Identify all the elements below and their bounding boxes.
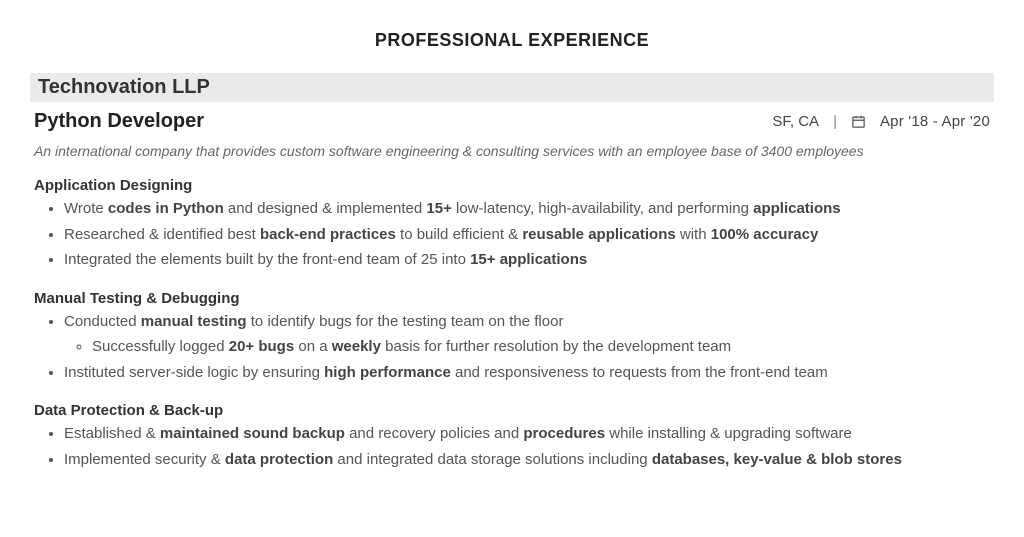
company-summary: An international company that provides c… <box>30 143 994 159</box>
list-item: Successfully logged 20+ bugs on a weekly… <box>92 336 994 359</box>
role-title: Python Developer <box>34 110 204 133</box>
list-item: Implemented security & data protection a… <box>64 449 994 472</box>
list-item: Instituted server-side logic by ensuring… <box>64 362 994 385</box>
bullet-list: Established & maintained sound backup an… <box>30 423 994 471</box>
subheading-application-designing: Application Designing <box>30 177 994 194</box>
list-item: Wrote codes in Python and designed & imp… <box>64 198 994 221</box>
sub-bullet-list: Successfully logged 20+ bugs on a weekly… <box>64 336 994 359</box>
company-name: Technovation LLP <box>30 73 994 102</box>
role-meta: SF, CA | Apr '18 - Apr '20 <box>772 113 990 130</box>
meta-divider: | <box>833 113 837 130</box>
subheading-manual-testing: Manual Testing & Debugging <box>30 290 994 307</box>
bullet-list: Conducted manual testing to identify bug… <box>30 311 994 385</box>
date-range: Apr '18 - Apr '20 <box>880 113 990 130</box>
list-item: Established & maintained sound backup an… <box>64 423 994 446</box>
location: SF, CA <box>772 113 819 130</box>
role-row: Python Developer SF, CA | Apr '18 - Apr … <box>30 110 994 133</box>
list-item: Integrated the elements built by the fro… <box>64 249 994 272</box>
section-heading: PROFESSIONAL EXPERIENCE <box>30 30 994 51</box>
bullet-list: Wrote codes in Python and designed & imp… <box>30 198 994 272</box>
subheading-data-protection: Data Protection & Back-up <box>30 402 994 419</box>
calendar-icon <box>851 114 866 129</box>
list-item: Conducted manual testing to identify bug… <box>64 311 994 359</box>
list-item: Researched & identified best back-end pr… <box>64 224 994 247</box>
